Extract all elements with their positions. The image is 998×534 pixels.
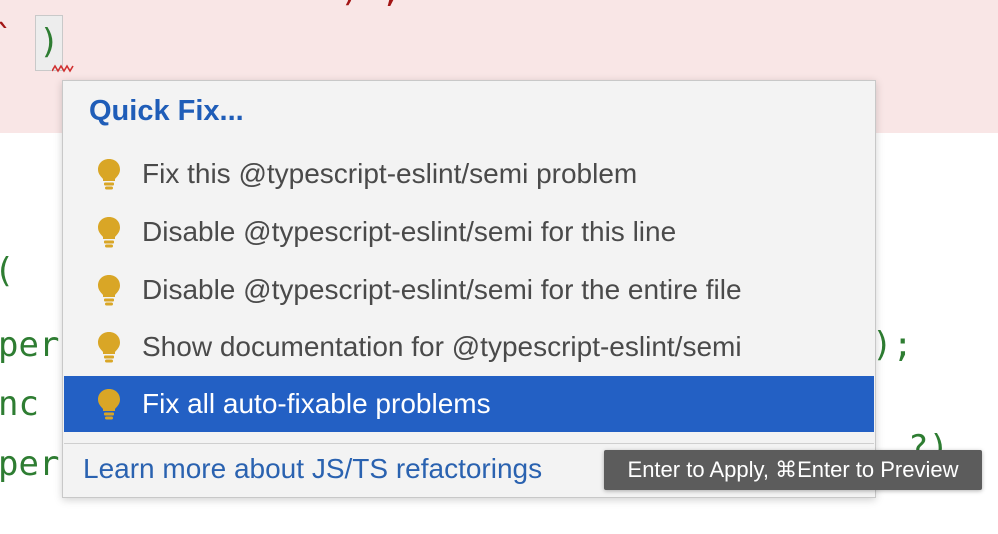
lightbulb-icon — [98, 389, 120, 420]
quick-fix-item-label: Fix this @typescript-eslint/semi problem — [142, 158, 638, 189]
learn-more-link[interactable]: Learn more about JS/TS refactorings — [83, 453, 542, 485]
quick-fix-widget: Quick Fix... Fix this @typescript-eslint… — [62, 80, 876, 498]
lightbulb-icon — [98, 159, 120, 190]
code-fragment-paren[interactable]: ) — [39, 22, 59, 62]
code-line-4: per — [0, 444, 60, 484]
editor-view: ) , ` ) ( per nc per ); ?) Quick Fix... … — [0, 0, 998, 534]
lightbulb-icon — [98, 217, 120, 248]
quick-fix-item-label: Disable @typescript-eslint/semi for the … — [142, 274, 742, 305]
code-fragment-right-1: ); — [872, 325, 913, 365]
quick-fix-item-label: Fix all auto-fixable problems — [142, 388, 491, 419]
quick-fix-item-label: Show documentation for @typescript-eslin… — [142, 331, 742, 362]
lightbulb-icon — [98, 332, 120, 363]
quick-fix-title: Quick Fix... — [89, 95, 244, 127]
quick-fix-item-disable-line[interactable]: Disable @typescript-eslint/semi for this… — [64, 204, 874, 260]
code-fragment-backtick: ` — [0, 18, 15, 58]
code-line-1: ( — [0, 251, 14, 291]
quick-fix-item-disable-file[interactable]: Disable @typescript-eslint/semi for the … — [64, 262, 874, 318]
error-squiggle-icon — [52, 64, 74, 73]
quick-fix-item-label: Disable @typescript-eslint/semi for this… — [142, 216, 677, 247]
quick-fix-item-fix-problem[interactable]: Fix this @typescript-eslint/semi problem — [64, 146, 874, 202]
code-fragment-right-2: ?) — [908, 428, 949, 450]
code-line-2: per — [0, 325, 60, 365]
quick-fix-item-fix-all[interactable]: Fix all auto-fixable problems — [64, 376, 874, 432]
code-fragment-top: ) , — [340, 0, 401, 10]
code-line-3: nc — [0, 384, 39, 424]
divider — [64, 443, 874, 444]
apply-preview-hint: Enter to Apply, ⌘Enter to Preview — [604, 450, 982, 490]
quick-fix-item-show-documentation[interactable]: Show documentation for @typescript-eslin… — [64, 319, 874, 375]
lightbulb-icon — [98, 275, 120, 306]
